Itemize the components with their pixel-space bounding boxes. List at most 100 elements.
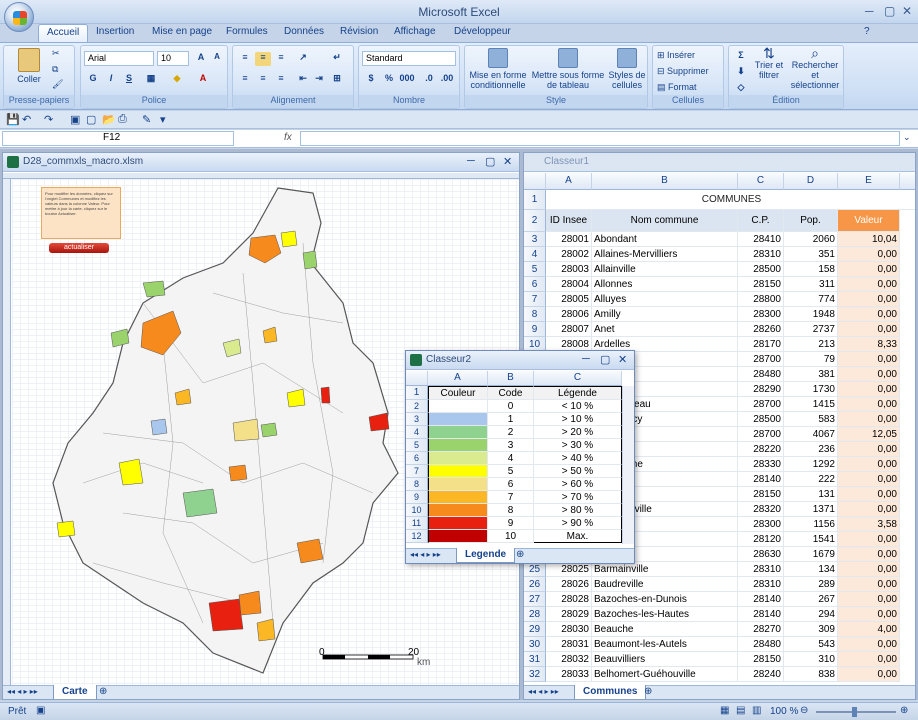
table-cell[interactable]: 28140 [738, 592, 784, 607]
row-header[interactable]: 29 [524, 622, 546, 637]
table-cell[interactable]: Amilly [592, 307, 738, 322]
tab-formules[interactable]: Formules [226, 26, 268, 37]
zoom-out-icon[interactable]: ⊖ [800, 705, 808, 716]
insert-cells-button[interactable]: ⊞ Insérer [657, 50, 695, 60]
new-file-icon[interactable]: ▢ [86, 113, 96, 126]
legend-label[interactable]: > 50 % [534, 465, 622, 478]
table-cell[interactable]: 0,00 [838, 562, 900, 577]
macro-record-icon[interactable]: ▣ [36, 705, 45, 716]
table-cell[interactable]: 1948 [784, 307, 838, 322]
table-cell[interactable]: 1292 [784, 457, 838, 472]
normal-view-icon[interactable]: ▦ [720, 705, 729, 716]
find-select-button[interactable]: ⌕ Rechercher et sélectionner [787, 46, 843, 90]
table-cell[interactable]: Baudreville [592, 577, 738, 592]
legend-label[interactable]: < 10 % [534, 400, 622, 413]
minimize-icon[interactable]: ─ [582, 353, 590, 365]
table-cell[interactable]: 0,00 [838, 652, 900, 667]
table-cell[interactable]: 311 [784, 277, 838, 292]
format-as-table-button[interactable]: Mettre sous forme de tableau [531, 48, 605, 90]
legend-code[interactable]: 7 [488, 491, 534, 504]
close-icon[interactable]: ✕ [618, 353, 627, 366]
save-icon[interactable]: 💾 [6, 113, 20, 126]
sheet-title[interactable]: COMMUNES [546, 190, 915, 210]
undo-icon[interactable]: ↶ [22, 113, 31, 126]
table-cell[interactable]: 28480 [738, 367, 784, 382]
name-box[interactable]: F12 [2, 131, 234, 146]
table-cell[interactable]: 12,05 [838, 427, 900, 442]
table-cell[interactable]: 28150 [738, 652, 784, 667]
table-cell[interactable]: 28030 [546, 622, 592, 637]
format-cells-button[interactable]: ▤ Format [657, 82, 697, 92]
legend-color-swatch[interactable] [428, 439, 488, 452]
table-cell[interactable]: Abondant [592, 232, 738, 247]
cell-styles-button[interactable]: Styles de cellules [607, 48, 647, 90]
row-header[interactable]: 2 [406, 400, 428, 413]
align-right-icon[interactable]: ≡ [273, 73, 289, 87]
table-cell[interactable]: 774 [784, 292, 838, 307]
legend-head-color[interactable]: Couleur [428, 386, 488, 400]
print-icon[interactable]: ⎙ [118, 113, 127, 126]
table-cell[interactable]: 543 [784, 637, 838, 652]
table-cell[interactable]: 28033 [546, 667, 592, 682]
table-cell[interactable]: 28150 [738, 487, 784, 502]
sheet-nav-icon[interactable]: ◂◂ ◂ ▸ ▸▸ [7, 687, 38, 696]
legend-code[interactable]: 10 [488, 530, 534, 543]
fx-icon[interactable]: fx [284, 132, 292, 143]
legend-code[interactable]: 8 [488, 504, 534, 517]
legend-code[interactable]: 1 [488, 413, 534, 426]
table-cell[interactable]: 2737 [784, 322, 838, 337]
legend-label[interactable]: > 10 % [534, 413, 622, 426]
select-all[interactable] [524, 173, 546, 190]
legend-color-swatch[interactable] [428, 400, 488, 413]
table-cell[interactable]: 0,00 [838, 277, 900, 292]
table-cell[interactable]: 28310 [738, 562, 784, 577]
table-cell[interactable]: 28500 [738, 262, 784, 277]
table-cell[interactable]: 28001 [546, 232, 592, 247]
decrease-indent-icon[interactable]: ⇤ [295, 73, 311, 87]
row-header[interactable]: 25 [524, 562, 546, 577]
row-header[interactable]: 4 [406, 426, 428, 439]
table-cell[interactable]: 28800 [738, 292, 784, 307]
table-cell[interactable]: 28270 [738, 622, 784, 637]
tab-mise-en-page[interactable]: Mise en page [152, 26, 212, 37]
table-cell[interactable]: 351 [784, 247, 838, 262]
col-header-f[interactable] [900, 173, 915, 190]
table-cell[interactable]: 0,00 [838, 382, 900, 397]
table-cell[interactable]: Allainville [592, 262, 738, 277]
increase-decimal-icon[interactable]: .0 [421, 73, 437, 87]
table-cell[interactable]: 4,00 [838, 622, 900, 637]
table-cell[interactable]: 4067 [784, 427, 838, 442]
table-cell[interactable]: 28700 [738, 352, 784, 367]
legend-color-swatch[interactable] [428, 452, 488, 465]
help-icon[interactable]: ? [864, 26, 870, 37]
table-cell[interactable]: 0,00 [838, 457, 900, 472]
font-color-icon[interactable]: A [195, 73, 211, 87]
tab-accueil[interactable]: Accueil [38, 24, 89, 43]
new-sheet-icon[interactable]: ⊕ [99, 686, 107, 697]
legend-color-swatch[interactable] [428, 504, 488, 517]
row-header[interactable]: 5 [406, 439, 428, 452]
office-button[interactable] [4, 2, 34, 32]
table-cell[interactable]: 1371 [784, 502, 838, 517]
table-cell[interactable]: 0,00 [838, 472, 900, 487]
col-title-valeur[interactable]: Valeur [838, 210, 900, 232]
cut-icon[interactable]: ✂ [52, 48, 60, 58]
table-cell[interactable]: 28007 [546, 322, 592, 337]
table-cell[interactable]: Alluyes [592, 292, 738, 307]
row-header[interactable]: 2 [524, 210, 546, 232]
table-cell[interactable]: 28031 [546, 637, 592, 652]
align-middle-icon[interactable]: ≡ [255, 52, 271, 66]
expand-formula-icon[interactable]: ⌄ [903, 132, 911, 143]
legend-code[interactable]: 5 [488, 465, 534, 478]
table-cell[interactable]: 0,00 [838, 667, 900, 682]
table-cell[interactable]: 0,00 [838, 502, 900, 517]
new-sheet-icon[interactable]: ⊕ [644, 686, 652, 697]
zoom-slider-thumb[interactable] [852, 707, 857, 717]
table-cell[interactable]: 28310 [738, 247, 784, 262]
legend-head-code[interactable]: Code [488, 386, 534, 400]
table-cell[interactable]: Bazoches-en-Dunois [592, 592, 738, 607]
table-cell[interactable]: 0,00 [838, 352, 900, 367]
grow-font-icon[interactable]: A [193, 52, 209, 66]
sheet-tab-legende[interactable]: Legende [456, 548, 516, 563]
table-cell[interactable]: 28002 [546, 247, 592, 262]
